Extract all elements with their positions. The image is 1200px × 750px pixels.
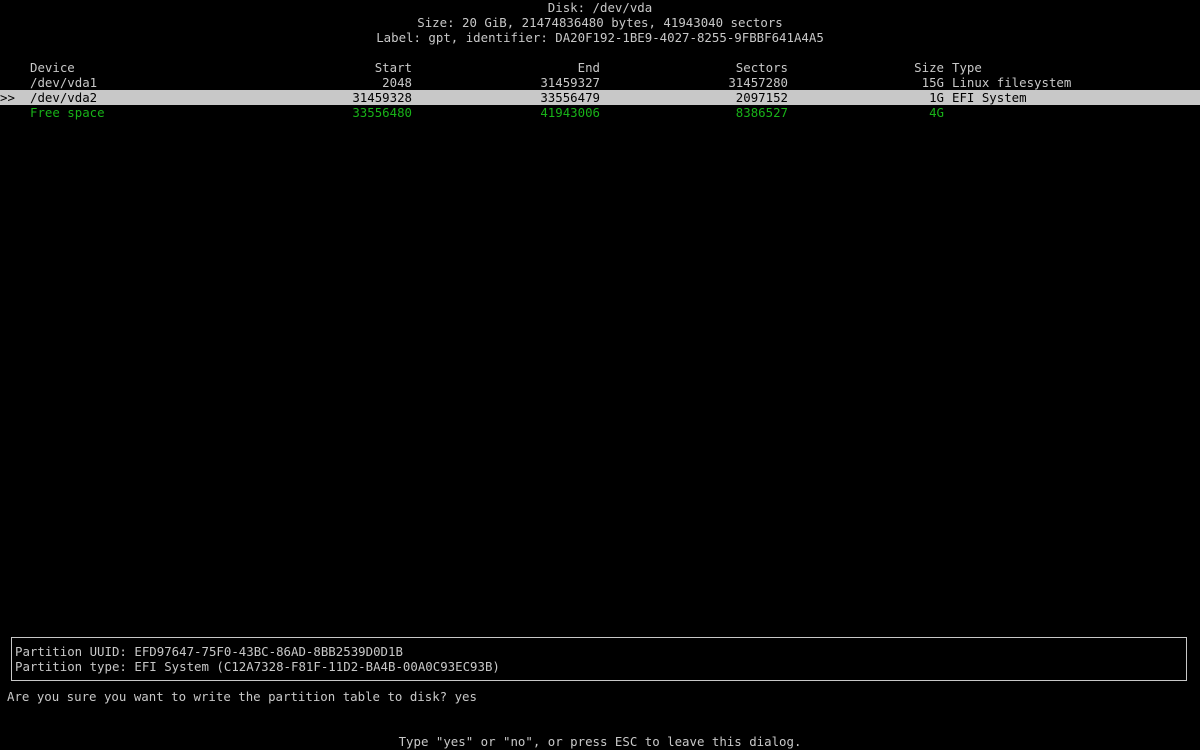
partition-device: /dev/vda1	[30, 75, 98, 90]
partition-sectors: 2097152	[735, 90, 788, 105]
partition-row-vda1[interactable]: /dev/vda1 2048 31459327 31457280 15G Lin…	[0, 75, 1200, 90]
column-header-sectors: Sectors	[735, 60, 788, 75]
free-space-size: 4G	[929, 105, 944, 120]
disk-title: Disk: /dev/vda	[547, 0, 653, 15]
free-space-sectors: 8386527	[735, 105, 788, 120]
partition-uuid: Partition UUID: EFD97647-75F0-43BC-86AD-…	[15, 644, 403, 659]
partition-type-info: Partition type: EFI System (C12A7328-F81…	[15, 659, 500, 674]
partition-sectors: 31457280	[728, 75, 788, 90]
selection-marker: >>	[0, 90, 15, 105]
partition-info-box: Partition UUID: EFD97647-75F0-43BC-86AD-…	[11, 637, 1187, 681]
confirmation-input[interactable]: yes	[455, 689, 477, 704]
partition-end: 31459327	[540, 75, 600, 90]
partition-type: EFI System	[952, 90, 1027, 105]
disk-size-info: Size: 20 GiB, 21474836480 bytes, 4194304…	[417, 15, 783, 30]
partition-row-vda2-selected[interactable]: >> /dev/vda2 31459328 33556479 2097152 1…	[0, 90, 1200, 105]
disk-label-info: Label: gpt, identifier: DA20F192-1BE9-40…	[376, 30, 824, 45]
write-confirmation-prompt: Are you sure you want to write the parti…	[7, 689, 477, 704]
free-space-end: 41943006	[540, 105, 600, 120]
partition-type: Linux filesystem	[952, 75, 1072, 90]
partition-size: 1G	[929, 90, 944, 105]
partition-size: 15G	[921, 75, 944, 90]
free-space-row[interactable]: Free space 33556480 41943006 8386527 4G	[0, 105, 1200, 120]
partition-device: /dev/vda2	[30, 90, 98, 105]
free-space-label: Free space	[30, 105, 105, 120]
column-header-size: Size	[914, 60, 944, 75]
column-header-start: Start	[374, 60, 412, 75]
free-space-start: 33556480	[352, 105, 412, 120]
column-header-end: End	[577, 60, 600, 75]
column-header-type: Type	[952, 60, 982, 75]
dialog-hint: Type "yes" or "no", or press ESC to leav…	[398, 734, 802, 749]
prompt-question: Are you sure you want to write the parti…	[7, 689, 455, 704]
partition-start: 31459328	[352, 90, 412, 105]
column-header-device: Device	[30, 60, 75, 75]
partition-table-header: Device Start End Sectors Size Type	[0, 60, 1200, 75]
partition-end: 33556479	[540, 90, 600, 105]
partition-start: 2048	[382, 75, 412, 90]
